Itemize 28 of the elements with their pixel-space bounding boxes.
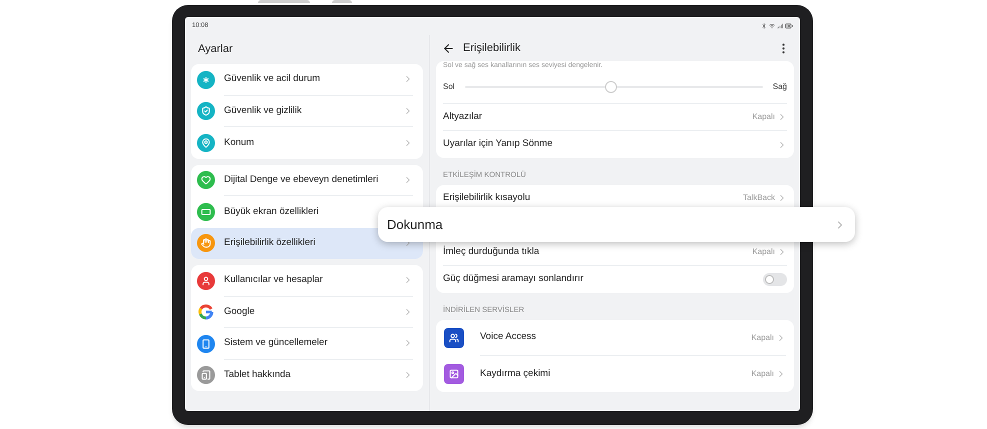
pane-title: Ayarlar <box>197 42 234 58</box>
service-row[interactable]: Kaydırma çekimi Kapalı <box>436 356 794 392</box>
google-icon <box>197 303 215 322</box>
service-row[interactable]: Voice Access Kapalı <box>436 320 794 356</box>
balance-slider[interactable] <box>464 80 763 92</box>
settings-item[interactable]: Güvenlik ve gizlilik <box>191 96 423 127</box>
toggle-switch[interactable] <box>763 273 787 286</box>
status-value: TalkBack <box>742 192 775 204</box>
slider-min-label: Sol <box>443 80 455 92</box>
settings-item[interactable]: Kullanıcılar ve hesaplar <box>191 265 423 296</box>
slider-max-label: Sağ <box>772 80 787 92</box>
settings-item[interactable]: Sistem ve güncellemeler <box>191 328 423 360</box>
floating-menu[interactable]: Dokunma <box>378 207 855 242</box>
settings-item[interactable]: Konum <box>191 127 423 158</box>
status-value: Kapalı <box>751 368 774 380</box>
settings-item[interactable]: Google <box>191 296 423 328</box>
settings-row[interactable]: Uyarılar için Yanıp Sönme <box>436 131 794 158</box>
status-value: Kapalı <box>752 111 775 123</box>
settings-row[interactable]: Altyazılar Kapalı <box>436 104 794 131</box>
settings-item[interactable]: Güvenlik ve acil durum <box>191 64 423 96</box>
back-icon[interactable] <box>442 42 455 54</box>
settings-item[interactable]: Dijital Denge ve ebeveyn denetimleri <box>191 164 423 196</box>
page-title: Erişilebilirlik <box>463 40 522 56</box>
settings-item[interactable]: Tablet hakkında <box>191 360 423 391</box>
status-value: Kapalı <box>752 246 775 258</box>
status-value: Kapalı <box>751 332 774 344</box>
status-icons <box>761 22 793 30</box>
settings-row[interactable]: Güç düğmesi aramayı sonlandırır <box>436 266 794 293</box>
